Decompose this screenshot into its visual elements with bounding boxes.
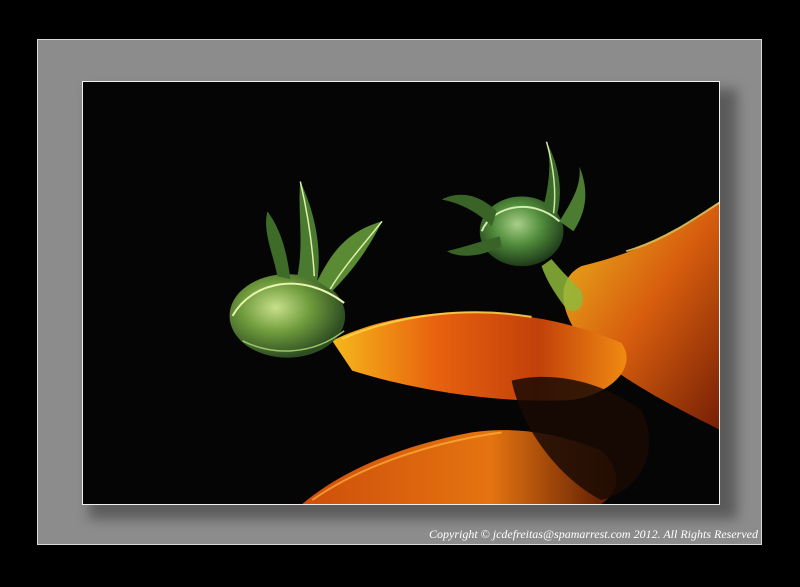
right-bud bbox=[441, 141, 586, 267]
copyright-text: Copyright © jcdefreitas@spamarrest.com 2… bbox=[428, 527, 758, 541]
flower-artwork bbox=[229, 141, 719, 504]
photo bbox=[82, 81, 720, 505]
